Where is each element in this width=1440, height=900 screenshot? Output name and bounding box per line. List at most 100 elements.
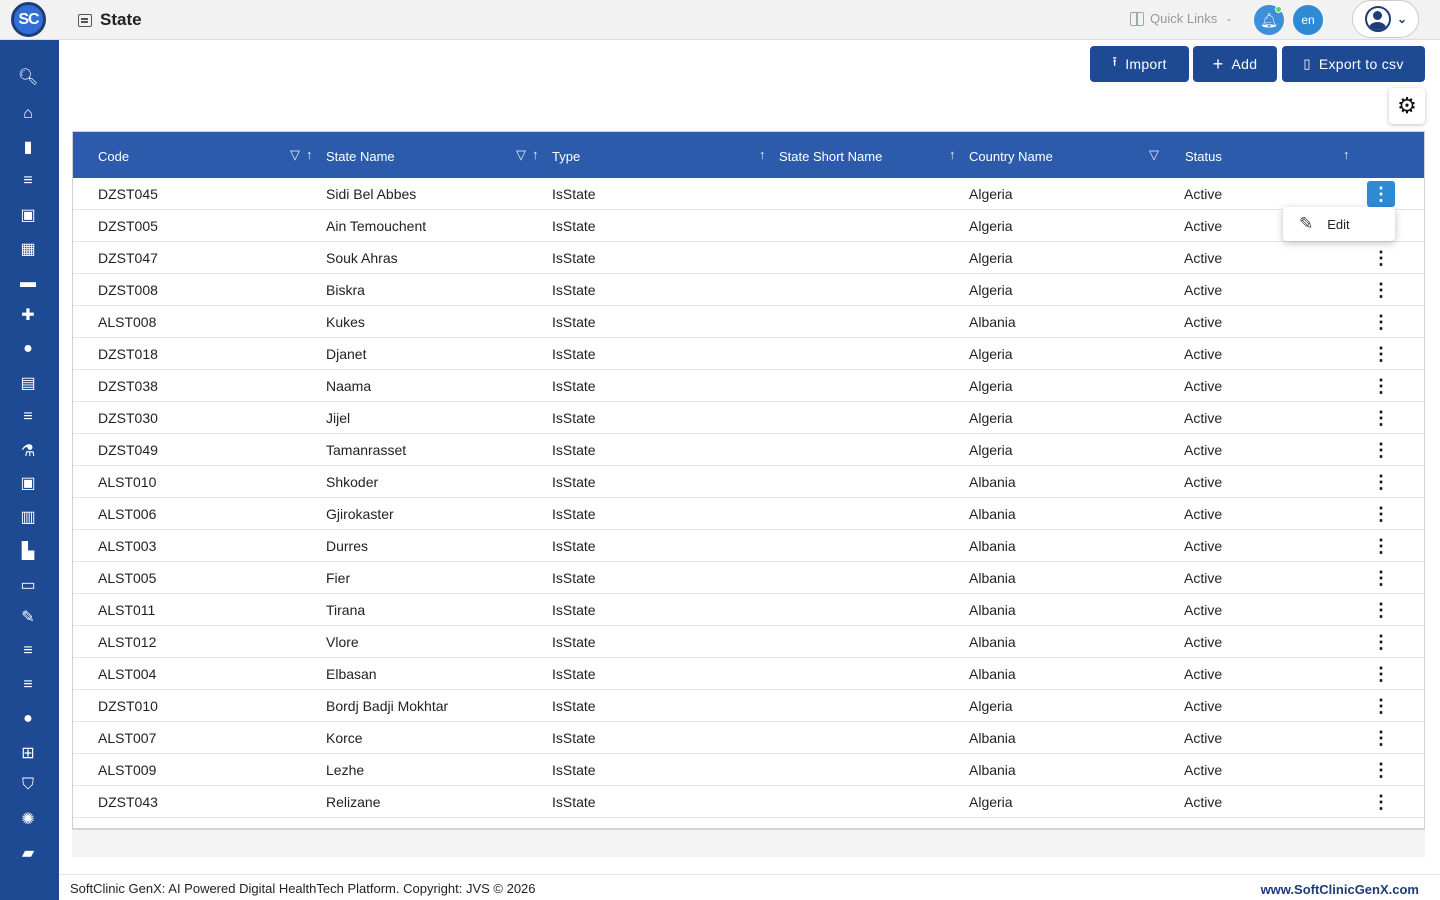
row-actions-kebab-icon[interactable]: ⋮ xyxy=(1367,789,1395,815)
table-row[interactable]: DZST005 Ain Temouchent IsState Algeria Activ… xyxy=(73,210,1424,242)
column-header-country-name[interactable]: Country Name xyxy=(969,149,1053,164)
sort-arrow-icon[interactable]: ↑ xyxy=(759,147,766,162)
wrench-icon[interactable]: ✎ xyxy=(17,606,39,628)
avatar xyxy=(1365,6,1391,32)
table-row[interactable]: ALST008 Kukes IsState Albania Active ⋮ xyxy=(73,306,1424,338)
column-header-status[interactable]: Status xyxy=(1185,149,1222,164)
cell-type: IsState xyxy=(552,634,596,650)
blood-drop-icon[interactable]: ● xyxy=(17,708,39,730)
table-row[interactable]: DZST010 Bordj Badji Mokhtar IsState Algeria… xyxy=(73,690,1424,722)
cell-status: Active xyxy=(1184,474,1223,490)
filter-icon[interactable]: ▽ xyxy=(1149,147,1159,163)
table-row[interactable]: ALST009 Lezhe IsState Albania Active ⋮ xyxy=(73,754,1424,786)
table-row[interactable]: ALST005 Fier IsState Albania Active ⋮ xyxy=(73,562,1424,594)
receipt-icon[interactable]: ▤ xyxy=(17,372,39,394)
table-row[interactable]: DZST047 Souk Ahras IsState Algeria Active ⋮ xyxy=(73,242,1424,274)
menu-list-icon[interactable]: ≡ xyxy=(17,406,39,428)
devices-icon[interactable]: ▭ xyxy=(17,574,39,596)
person-icon[interactable]: ● xyxy=(17,338,39,360)
quick-links-dropdown[interactable]: Quick Links ⌄ xyxy=(1130,11,1233,26)
medical-bag-icon[interactable]: ▣ xyxy=(17,204,39,226)
row-actions-kebab-icon[interactable]: ⋮ xyxy=(1367,629,1395,655)
row-actions-kebab-icon[interactable]: ⋮ xyxy=(1367,661,1395,687)
row-actions-kebab-icon[interactable]: ⋮ xyxy=(1367,501,1395,527)
export-csv-button[interactable]: ▯ Export to csv xyxy=(1282,46,1425,82)
row-actions-kebab-icon[interactable]: ⋮ xyxy=(1367,725,1395,751)
column-header-state-name[interactable]: State Name xyxy=(326,149,395,164)
row-actions-kebab-icon[interactable]: ⋮ xyxy=(1367,277,1395,303)
filter-icon[interactable]: ▽ xyxy=(290,147,300,163)
table-row[interactable]: DZST043 Relizane IsState Algeria Active ⋮ xyxy=(73,786,1424,818)
building-icon[interactable]: ▙ xyxy=(17,540,39,562)
row-actions-kebab-icon[interactable]: ⋮ xyxy=(1367,693,1395,719)
folder-icon[interactable]: ▰ xyxy=(17,842,39,864)
shield-icon[interactable]: ⛉ xyxy=(17,774,39,796)
table-row[interactable]: ALST007 Korce IsState Albania Active ⋮ xyxy=(73,722,1424,754)
sort-arrow-icon[interactable]: ↑ xyxy=(949,147,956,162)
row-actions-kebab-icon[interactable]: ⋮ xyxy=(1367,245,1395,271)
library-add-icon[interactable]: ⊞ xyxy=(17,742,39,764)
user-menu-button[interactable]: ⌄ xyxy=(1352,0,1419,38)
sort-arrow-icon[interactable]: ↑ xyxy=(306,147,313,162)
table-row[interactable]: ALST003 Durres IsState Albania Active ⋮ xyxy=(73,530,1424,562)
table-settings-button[interactable]: ⚙ xyxy=(1389,88,1425,124)
row-actions-kebab-icon[interactable]: ⋮ xyxy=(1367,533,1395,559)
cell-country-name: Albania xyxy=(969,570,1016,586)
row-actions-kebab-icon[interactable]: ⋮ xyxy=(1367,597,1395,623)
add-button[interactable]: + Add xyxy=(1193,46,1277,82)
menu-list-icon[interactable]: ≡ xyxy=(17,640,39,662)
sort-arrow-icon[interactable]: ↑ xyxy=(1343,147,1350,162)
row-actions-kebab-icon[interactable]: ⋮ xyxy=(1367,373,1395,399)
table-row[interactable]: ALST010 Shkoder IsState Albania Active ⋮ xyxy=(73,466,1424,498)
filter-icon[interactable]: ▽ xyxy=(516,147,526,163)
row-actions-kebab-icon[interactable]: ⋮ xyxy=(1367,181,1395,207)
table-row[interactable]: DZST008 Biskra IsState Algeria Active ⋮ xyxy=(73,274,1424,306)
lab-icon[interactable]: ⚗ xyxy=(17,440,39,462)
table-row[interactable]: ALST006 Gjirokaster IsState Albania Active ⋮ xyxy=(73,498,1424,530)
home-icon[interactable]: ⌂ xyxy=(17,103,39,125)
bed-icon[interactable]: ▬ xyxy=(17,272,39,294)
table-row[interactable]: DZST049 Tamanrasset IsState Algeria Active ⋮ xyxy=(73,434,1424,466)
bar-chart-icon[interactable]: ▮ xyxy=(17,136,39,158)
row-actions-kebab-icon[interactable]: ⋮ xyxy=(1367,469,1395,495)
table-row[interactable]: DZST018 Djanet IsState Algeria Active ⋮ xyxy=(73,338,1424,370)
table-row[interactable]: ALST011 Tirana IsState Albania Active ⋮ xyxy=(73,594,1424,626)
row-actions-kebab-icon[interactable]: ⋮ xyxy=(1367,341,1395,367)
row-actions-kebab-icon[interactable]: ⋮ xyxy=(1367,405,1395,431)
table-row[interactable]: ALST012 Vlore IsState Albania Active ⋮ xyxy=(73,626,1424,658)
row-actions-kebab-icon[interactable]: ⋮ xyxy=(1367,309,1395,335)
table-row[interactable]: ALST004 Elbasan IsState Albania Active ⋮ xyxy=(73,658,1424,690)
import-button[interactable]: ⭱ Import xyxy=(1090,46,1189,82)
cell-type: IsState xyxy=(552,570,596,586)
menu-list-icon[interactable]: ≡ xyxy=(17,170,39,192)
table-row[interactable]: DZST038 Naama IsState Algeria Active ⋮ xyxy=(73,370,1424,402)
column-header-code[interactable]: Code xyxy=(98,149,129,164)
menu-list-icon[interactable]: ≡ xyxy=(17,674,39,696)
notifications-button[interactable]: 🔔︎ xyxy=(1254,5,1284,35)
search-icon[interactable]: 🔍︎ xyxy=(17,66,39,88)
book-icon[interactable]: ▥ xyxy=(17,506,39,528)
hub-icon[interactable]: ✺ xyxy=(17,808,39,830)
edit-menu-item[interactable]: Edit xyxy=(1327,217,1349,232)
cell-type: IsState xyxy=(552,666,596,682)
medicine-box-icon[interactable]: ▣ xyxy=(17,472,39,494)
cell-code: DZST047 xyxy=(98,250,158,266)
footer-website-link[interactable]: www.SoftClinicGenX.com xyxy=(1261,882,1419,897)
horizontal-scrollbar[interactable] xyxy=(72,829,1425,857)
table-row[interactable]: DZST045 Sidi Bel Abbes IsState Algeria Activ… xyxy=(73,178,1424,210)
row-actions-kebab-icon[interactable]: ⋮ xyxy=(1367,437,1395,463)
cell-status: Active xyxy=(1184,314,1223,330)
column-header-type[interactable]: Type xyxy=(552,149,580,164)
app-logo[interactable]: SC xyxy=(11,2,46,37)
medical-plus-icon[interactable]: ✚ xyxy=(17,304,39,326)
sort-arrow-icon[interactable]: ↑ xyxy=(532,147,539,162)
row-actions-kebab-icon[interactable]: ⋮ xyxy=(1367,757,1395,783)
column-header-state-short-name[interactable]: State Short Name xyxy=(779,149,882,164)
table-header: Code ▽ ↑ State Name ▽ ↑ Type ↑ State Sho… xyxy=(73,132,1424,178)
chevron-down-icon: ⌄ xyxy=(1397,12,1408,26)
calendar-icon[interactable]: ▦ xyxy=(17,238,39,260)
table-row[interactable]: DZST030 Jijel IsState Algeria Active ⋮ xyxy=(73,402,1424,434)
language-button[interactable]: en xyxy=(1293,5,1323,35)
row-actions-kebab-icon[interactable]: ⋮ xyxy=(1367,565,1395,591)
cell-status: Active xyxy=(1184,698,1223,714)
